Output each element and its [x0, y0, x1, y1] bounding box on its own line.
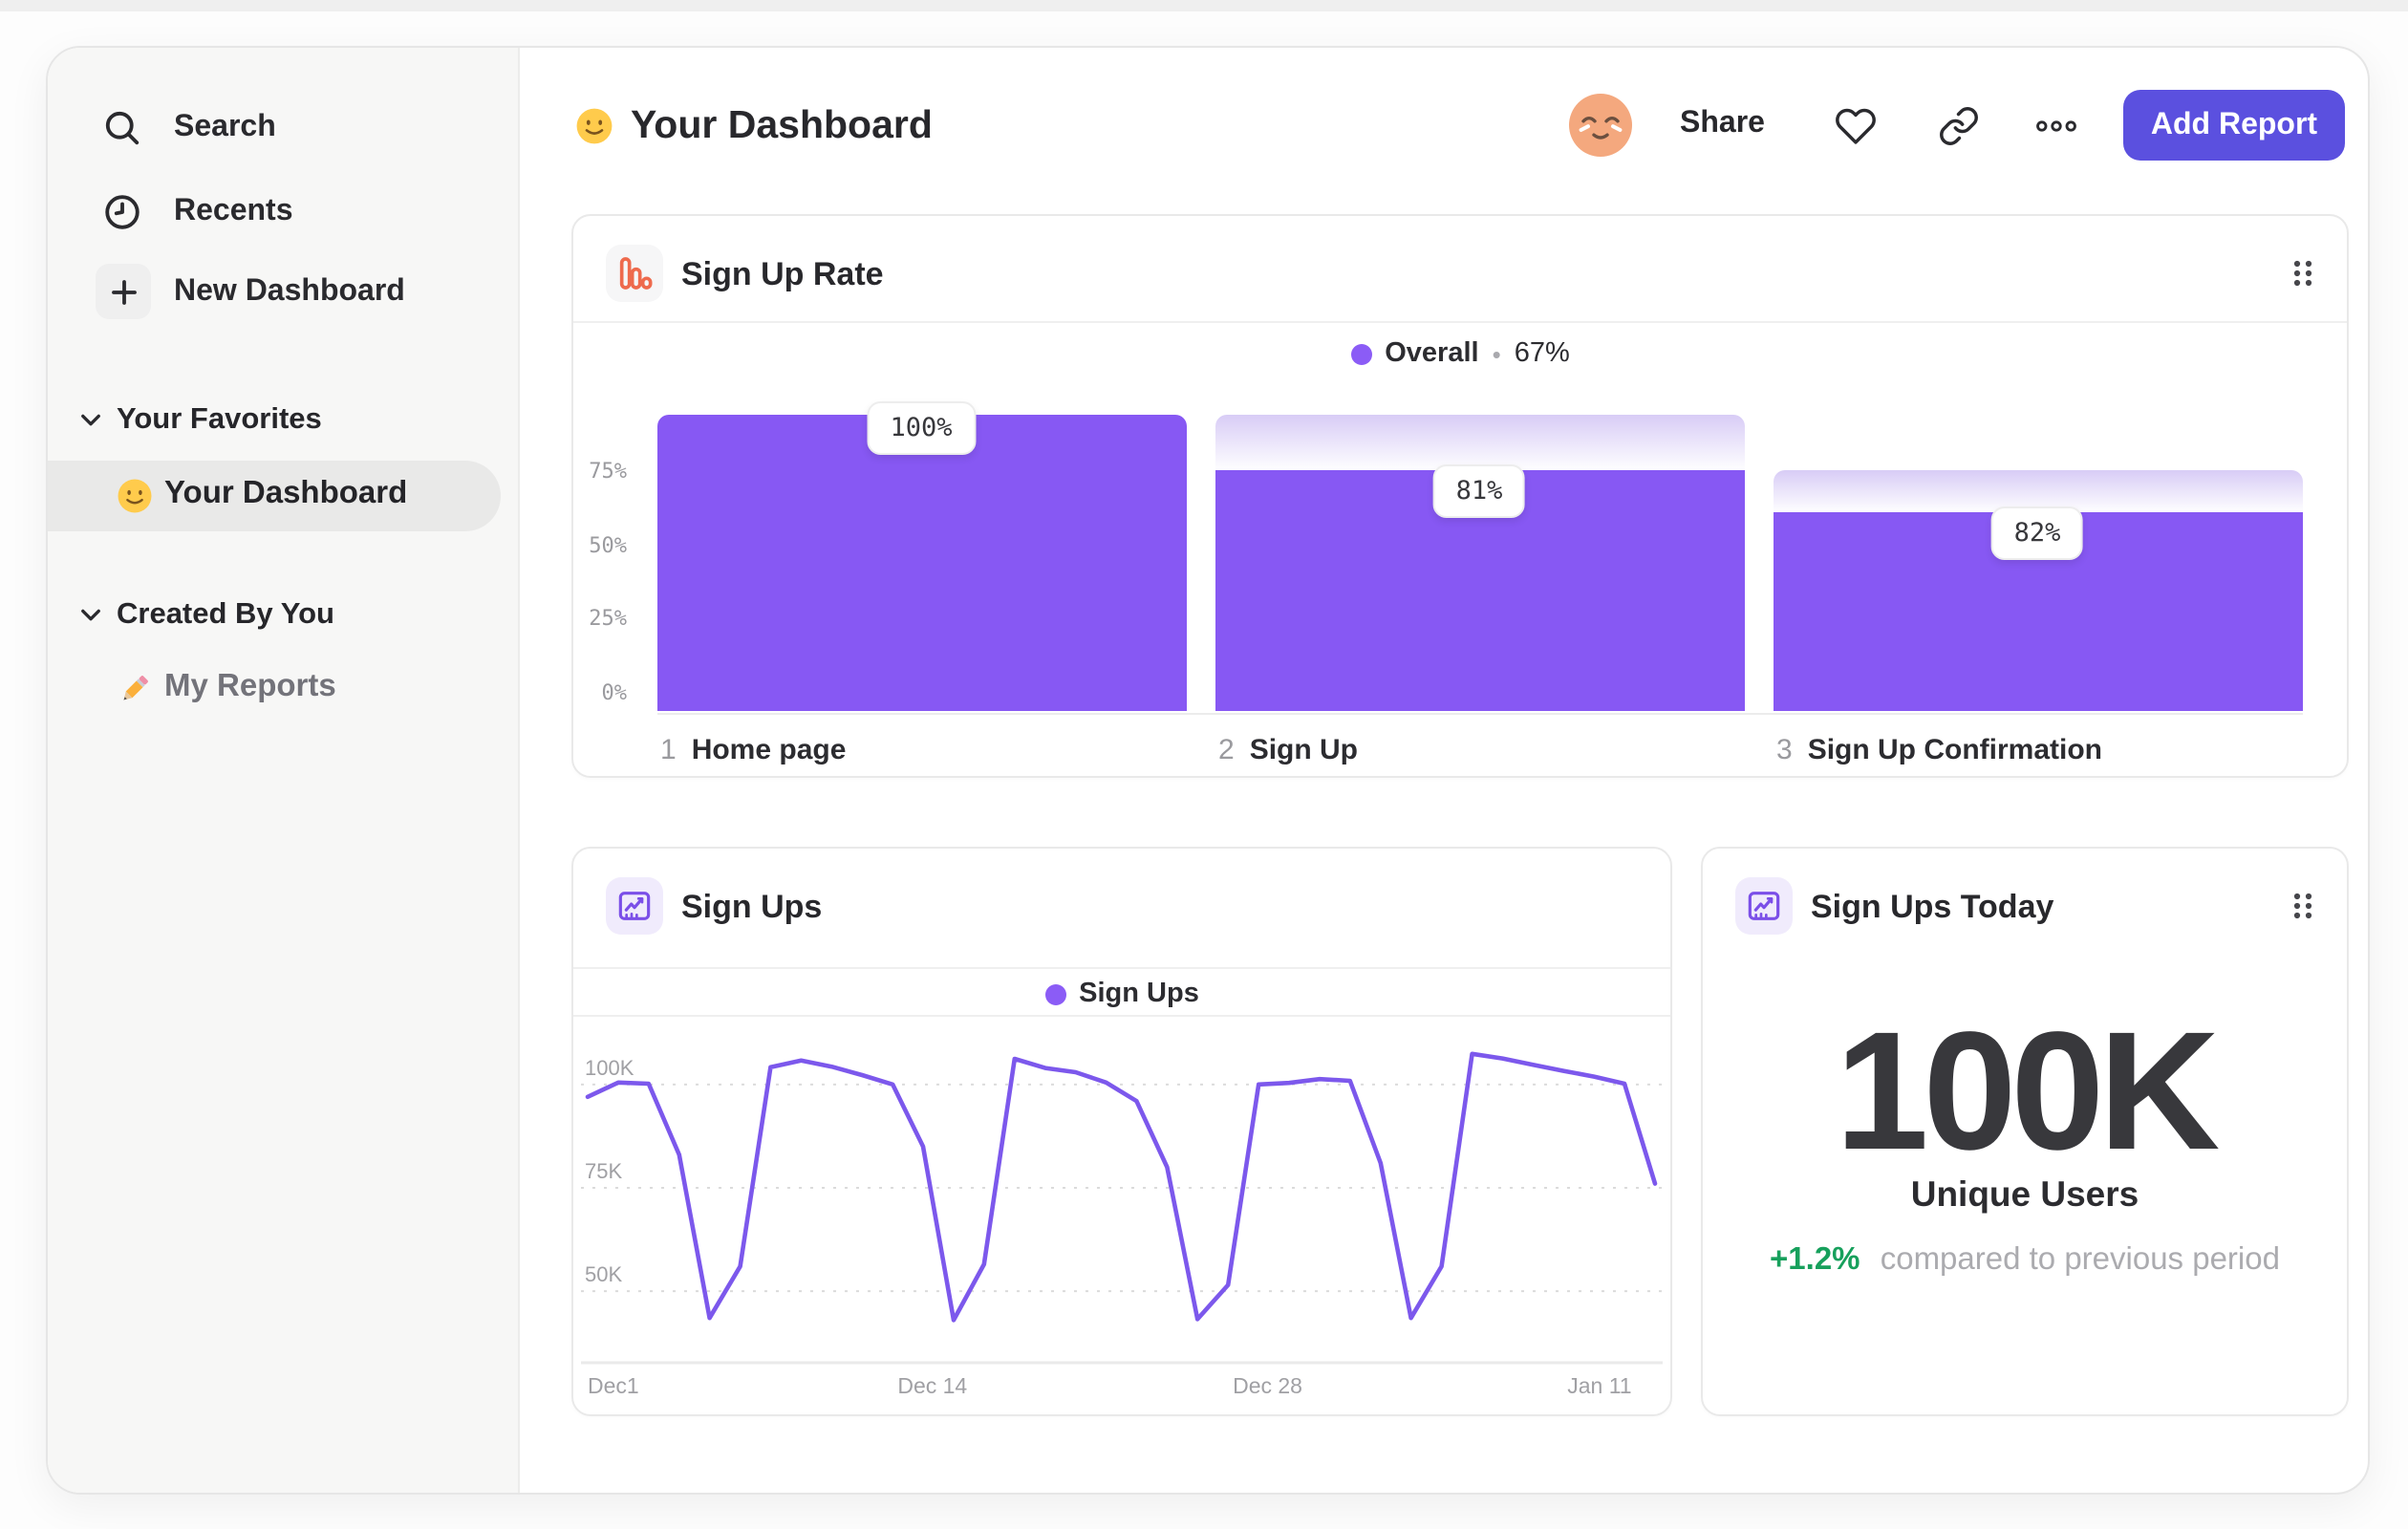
top-strip	[0, 0, 2408, 11]
page: Search Recents New Dashboard Your Favori…	[0, 0, 2408, 1529]
line-legend: Sign Ups	[573, 979, 1670, 1009]
section-label: Created By You	[117, 598, 334, 631]
chevron-down-icon	[80, 608, 101, 623]
x-axis-tick: Dec 14	[897, 1373, 967, 1398]
avatar[interactable]	[1569, 94, 1632, 157]
funnel-value-badge: 82%	[1990, 506, 2084, 561]
funnel-bars-icon	[605, 245, 662, 302]
legend-dot-icon	[1044, 983, 1066, 1004]
sidebar-item-label: New Dashboard	[174, 274, 405, 307]
copy-link-button[interactable]	[1938, 105, 1980, 147]
drag-handle-icon[interactable]	[2290, 256, 2316, 291]
smiley-emoji-icon	[117, 478, 153, 514]
line-card-title: Sign Ups	[681, 889, 823, 925]
funnel-bar	[656, 415, 1186, 711]
more-options-button[interactable]	[2035, 105, 2077, 147]
heart-icon	[1836, 108, 1876, 144]
funnel-step-name: Sign Up Confirmation	[1807, 734, 2102, 766]
metric-card: Sign Ups Today 100K Unique Users +1.2% c…	[1701, 847, 2349, 1416]
funnel-step-label: 2 Sign Up	[1218, 734, 1358, 766]
link-icon	[1940, 107, 1978, 145]
smiley-emoji-icon	[575, 107, 613, 145]
add-report-button[interactable]: Add Report	[2123, 90, 2345, 161]
divider	[573, 967, 1670, 969]
app-window: Search Recents New Dashboard Your Favori…	[46, 46, 2370, 1495]
pencil-emoji-icon	[117, 671, 153, 707]
x-axis-tick: Dec1	[588, 1373, 639, 1398]
metric-delta-row: +1.2% compared to previous period	[1703, 1242, 2347, 1279]
funnel-dropoff-region	[1215, 415, 1744, 471]
legend-value: 67%	[1514, 338, 1570, 369]
section-label: Your Favorites	[117, 403, 322, 436]
page-title: Your Dashboard	[575, 101, 933, 151]
funnel-step-name: Sign Up	[1249, 734, 1359, 766]
sidebar-item-label: Search	[174, 111, 276, 143]
funnel-baseline	[656, 712, 2302, 715]
divider	[573, 321, 2347, 323]
drag-handle-icon[interactable]	[2290, 889, 2316, 923]
funnel-y-tick: 25%	[589, 606, 627, 632]
funnel-card-title: Sign Up Rate	[681, 256, 884, 292]
x-axis-tick: Dec 28	[1233, 1373, 1302, 1398]
funnel-y-tick: 0%	[601, 680, 628, 705]
clock-icon	[101, 191, 143, 233]
sidebar: Search Recents New Dashboard Your Favori…	[48, 48, 520, 1493]
plus-icon	[96, 264, 151, 319]
sidebar-item-label: Recents	[174, 195, 293, 227]
y-axis-tick: 75K	[585, 1159, 622, 1183]
favorite-heart-button[interactable]	[1835, 105, 1877, 147]
funnel-step-number: 3	[1776, 734, 1793, 766]
y-axis-tick: 50K	[585, 1262, 622, 1286]
metric-value: 100K	[1835, 996, 2221, 1185]
sidebar-item-your-dashboard[interactable]: Your Dashboard	[48, 461, 501, 531]
legend-dot-icon	[1350, 343, 1372, 364]
line-chart-icon	[605, 877, 662, 935]
search-icon	[101, 107, 143, 149]
funnel-step-number: 2	[1218, 734, 1235, 766]
y-axis-tick: 100K	[585, 1056, 634, 1080]
funnel-step-label: 3 Sign Up Confirmation	[1776, 734, 2102, 766]
line-chart-card: Sign Ups Sign Ups 100K 75K 50K Dec1 Dec 14 De…	[571, 847, 1672, 1416]
legend-series-label: Overall	[1385, 338, 1479, 369]
metric-label: Unique Users	[1910, 1174, 2139, 1214]
sidebar-item-label: My Reports	[164, 669, 336, 703]
page-title-text: Your Dashboard	[631, 103, 933, 147]
funnel-card: Sign Up Rate Overall • 67% 75% 50% 25% 0% 10…	[571, 214, 2349, 778]
metric-delta: +1.2%	[1770, 1242, 1860, 1277]
funnel-step-name: Home page	[691, 734, 847, 766]
ellipsis-icon	[2036, 120, 2076, 132]
legend-separator: •	[1492, 339, 1501, 368]
legend-series-label: Sign Ups	[1079, 979, 1199, 1009]
funnel-value-badge: 81%	[1432, 464, 1526, 519]
funnel-y-tick: 50%	[589, 532, 627, 557]
share-button[interactable]: Share	[1680, 107, 1765, 141]
funnel-value-badge: 100%	[867, 401, 976, 455]
x-axis-tick: Jan 11	[1567, 1373, 1631, 1398]
sidebar-item-label: Your Dashboard	[164, 476, 408, 510]
metric-card-title: Sign Ups Today	[1811, 889, 2054, 925]
funnel-y-tick: 75%	[589, 458, 627, 484]
funnel-legend: Overall • 67%	[573, 338, 2347, 369]
line-chart-icon	[1734, 877, 1792, 935]
funnel-step-number: 1	[660, 734, 677, 766]
metric-delta-note: compared to previous period	[1880, 1242, 2280, 1277]
chevron-down-icon	[80, 413, 101, 428]
signups-line-chart: 100K 75K 50K Dec1 Dec 14 Dec 28 Jan 11	[581, 1051, 1663, 1398]
funnel-step-label: 1 Home page	[660, 734, 846, 766]
funnel-plot: 75% 50% 25% 0% 100% 1 Home page 81% 2 Sign Up 82% 3…	[573, 401, 2351, 780]
